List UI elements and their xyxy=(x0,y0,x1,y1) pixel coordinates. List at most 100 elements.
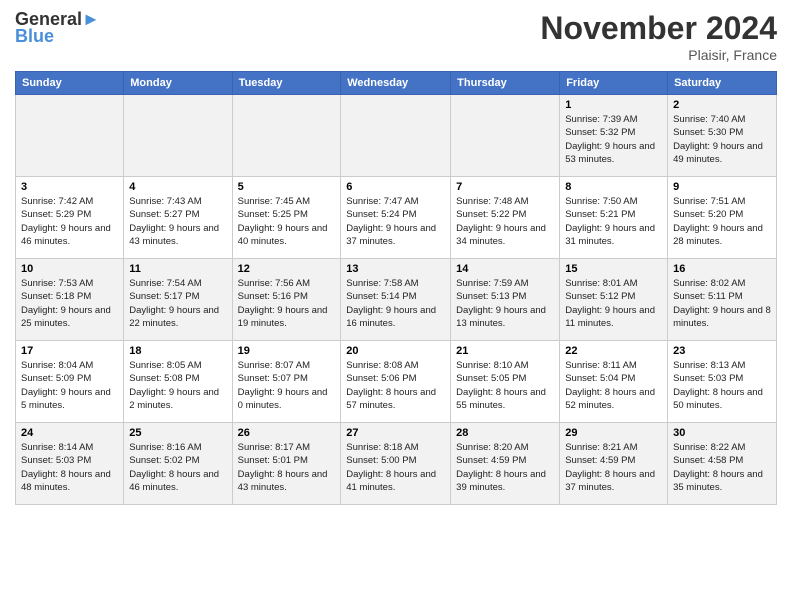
day-info: Sunrise: 7:39 AM Sunset: 5:32 PM Dayligh… xyxy=(565,113,662,166)
day-cell: 23 Sunrise: 8:13 AM Sunset: 5:03 PM Dayli… xyxy=(668,341,777,423)
day-info: Sunrise: 8:11 AM Sunset: 5:04 PM Dayligh… xyxy=(565,359,662,412)
day-info: Sunrise: 8:14 AM Sunset: 5:03 PM Dayligh… xyxy=(21,441,118,494)
day-cell: 25Sunrise: 8:16 AM Sunset: 5:02 PM Dayli… xyxy=(124,423,232,505)
day-cell: 11 Sunrise: 7:54 AM Sunset: 5:17 PM Dayli… xyxy=(124,259,232,341)
day-cell xyxy=(232,95,341,177)
day-cell: 19 Sunrise: 8:07 AM Sunset: 5:07 PM Dayli… xyxy=(232,341,341,423)
day-cell: 18 Sunrise: 8:05 AM Sunset: 5:08 PM Dayli… xyxy=(124,341,232,423)
day-number: 20 xyxy=(346,345,445,357)
weekday-header-tuesday: Tuesday xyxy=(232,72,341,95)
day-cell xyxy=(341,95,451,177)
day-info: Sunrise: 8:20 AM Sunset: 4:59 PM Dayligh… xyxy=(456,441,554,494)
day-number: 18 xyxy=(129,345,226,357)
day-info: Sunrise: 7:51 AM Sunset: 5:20 PM Dayligh… xyxy=(673,195,771,248)
day-number: 8 xyxy=(565,181,662,193)
day-cell: 21 Sunrise: 8:10 AM Sunset: 5:05 PM Dayli… xyxy=(451,341,560,423)
day-cell: 16Sunrise: 8:02 AM Sunset: 5:11 PM Dayli… xyxy=(668,259,777,341)
day-cell: 17 Sunrise: 8:04 AM Sunset: 5:09 PM Dayli… xyxy=(16,341,124,423)
day-info: Sunrise: 8:13 AM Sunset: 5:03 PM Dayligh… xyxy=(673,359,771,412)
day-number: 29 xyxy=(565,427,662,439)
day-number: 5 xyxy=(238,181,336,193)
day-info: Sunrise: 7:56 AM Sunset: 5:16 PM Dayligh… xyxy=(238,277,336,330)
day-number: 28 xyxy=(456,427,554,439)
day-cell: 7 Sunrise: 7:48 AM Sunset: 5:22 PM Daylig… xyxy=(451,177,560,259)
day-cell: 24 Sunrise: 8:14 AM Sunset: 5:03 PM Dayli… xyxy=(16,423,124,505)
weekday-header-thursday: Thursday xyxy=(451,72,560,95)
day-cell: 29 Sunrise: 8:21 AM Sunset: 4:59 PM Dayli… xyxy=(560,423,668,505)
day-info: Sunrise: 8:05 AM Sunset: 5:08 PM Dayligh… xyxy=(129,359,226,412)
day-number: 24 xyxy=(21,427,118,439)
location: Plaisir, France xyxy=(540,47,777,63)
day-info: Sunrise: 7:59 AM Sunset: 5:13 PM Dayligh… xyxy=(456,277,554,330)
day-number: 13 xyxy=(346,263,445,275)
day-cell: 12 Sunrise: 7:56 AM Sunset: 5:16 PM Dayli… xyxy=(232,259,341,341)
page-container: General► Blue November 2024 Plaisir, Fra… xyxy=(0,0,792,515)
day-cell: 5 Sunrise: 7:45 AM Sunset: 5:25 PM Daylig… xyxy=(232,177,341,259)
day-info: Sunrise: 7:48 AM Sunset: 5:22 PM Dayligh… xyxy=(456,195,554,248)
day-number: 23 xyxy=(673,345,771,357)
day-info: Sunrise: 8:04 AM Sunset: 5:09 PM Dayligh… xyxy=(21,359,118,412)
day-cell: 6Sunrise: 7:47 AM Sunset: 5:24 PM Daylig… xyxy=(341,177,451,259)
day-cell: 15Sunrise: 8:01 AM Sunset: 5:12 PM Dayli… xyxy=(560,259,668,341)
weekday-header-monday: Monday xyxy=(124,72,232,95)
day-number: 10 xyxy=(21,263,118,275)
week-row-0: 1 Sunrise: 7:39 AM Sunset: 5:32 PM Daylig… xyxy=(16,95,777,177)
week-row-4: 24 Sunrise: 8:14 AM Sunset: 5:03 PM Dayli… xyxy=(16,423,777,505)
weekday-header-saturday: Saturday xyxy=(668,72,777,95)
day-number: 4 xyxy=(129,181,226,193)
day-info: Sunrise: 8:01 AM Sunset: 5:12 PM Dayligh… xyxy=(565,277,662,330)
day-cell: 4 Sunrise: 7:43 AM Sunset: 5:27 PM Daylig… xyxy=(124,177,232,259)
day-number: 17 xyxy=(21,345,118,357)
header: General► Blue November 2024 Plaisir, Fra… xyxy=(15,10,777,63)
day-cell: 22 Sunrise: 8:11 AM Sunset: 5:04 PM Dayli… xyxy=(560,341,668,423)
day-number: 3 xyxy=(21,181,118,193)
day-number: 21 xyxy=(456,345,554,357)
day-info: Sunrise: 8:18 AM Sunset: 5:00 PM Dayligh… xyxy=(346,441,445,494)
day-number: 30 xyxy=(673,427,771,439)
day-info: Sunrise: 8:10 AM Sunset: 5:05 PM Dayligh… xyxy=(456,359,554,412)
day-cell: 14Sunrise: 7:59 AM Sunset: 5:13 PM Dayli… xyxy=(451,259,560,341)
day-info: Sunrise: 7:45 AM Sunset: 5:25 PM Dayligh… xyxy=(238,195,336,248)
week-row-2: 10 Sunrise: 7:53 AM Sunset: 5:18 PM Dayli… xyxy=(16,259,777,341)
day-info: Sunrise: 7:42 AM Sunset: 5:29 PM Dayligh… xyxy=(21,195,118,248)
day-cell: 9 Sunrise: 7:51 AM Sunset: 5:20 PM Daylig… xyxy=(668,177,777,259)
day-number: 6 xyxy=(346,181,445,193)
day-info: Sunrise: 8:16 AM Sunset: 5:02 PM Dayligh… xyxy=(129,441,226,494)
day-number: 22 xyxy=(565,345,662,357)
day-info: Sunrise: 7:58 AM Sunset: 5:14 PM Dayligh… xyxy=(346,277,445,330)
day-info: Sunrise: 8:21 AM Sunset: 4:59 PM Dayligh… xyxy=(565,441,662,494)
day-cell: 27Sunrise: 8:18 AM Sunset: 5:00 PM Dayli… xyxy=(341,423,451,505)
day-cell: 3 Sunrise: 7:42 AM Sunset: 5:29 PM Daylig… xyxy=(16,177,124,259)
day-number: 1 xyxy=(565,99,662,111)
day-info: Sunrise: 7:53 AM Sunset: 5:18 PM Dayligh… xyxy=(21,277,118,330)
day-cell: 8 Sunrise: 7:50 AM Sunset: 5:21 PM Daylig… xyxy=(560,177,668,259)
day-info: Sunrise: 7:50 AM Sunset: 5:21 PM Dayligh… xyxy=(565,195,662,248)
day-info: Sunrise: 8:22 AM Sunset: 4:58 PM Dayligh… xyxy=(673,441,771,494)
day-cell xyxy=(451,95,560,177)
week-row-1: 3 Sunrise: 7:42 AM Sunset: 5:29 PM Daylig… xyxy=(16,177,777,259)
day-number: 2 xyxy=(673,99,771,111)
day-info: Sunrise: 7:54 AM Sunset: 5:17 PM Dayligh… xyxy=(129,277,226,330)
day-cell: 28 Sunrise: 8:20 AM Sunset: 4:59 PM Dayli… xyxy=(451,423,560,505)
day-number: 7 xyxy=(456,181,554,193)
title-block: November 2024 Plaisir, France xyxy=(540,10,777,63)
day-number: 12 xyxy=(238,263,336,275)
day-cell: 10 Sunrise: 7:53 AM Sunset: 5:18 PM Dayli… xyxy=(16,259,124,341)
day-cell: 30 Sunrise: 8:22 AM Sunset: 4:58 PM Dayli… xyxy=(668,423,777,505)
day-number: 19 xyxy=(238,345,336,357)
day-info: Sunrise: 7:43 AM Sunset: 5:27 PM Dayligh… xyxy=(129,195,226,248)
day-cell: 1 Sunrise: 7:39 AM Sunset: 5:32 PM Daylig… xyxy=(560,95,668,177)
day-cell: 2 Sunrise: 7:40 AM Sunset: 5:30 PM Daylig… xyxy=(668,95,777,177)
logo: General► Blue xyxy=(15,10,100,47)
day-cell xyxy=(16,95,124,177)
day-number: 11 xyxy=(129,263,226,275)
day-info: Sunrise: 8:08 AM Sunset: 5:06 PM Dayligh… xyxy=(346,359,445,412)
day-info: Sunrise: 7:40 AM Sunset: 5:30 PM Dayligh… xyxy=(673,113,771,166)
week-row-3: 17 Sunrise: 8:04 AM Sunset: 5:09 PM Dayli… xyxy=(16,341,777,423)
day-info: Sunrise: 8:07 AM Sunset: 5:07 PM Dayligh… xyxy=(238,359,336,412)
weekday-header-wednesday: Wednesday xyxy=(341,72,451,95)
day-number: 26 xyxy=(238,427,336,439)
month-title: November 2024 xyxy=(540,10,777,47)
day-number: 9 xyxy=(673,181,771,193)
day-info: Sunrise: 8:17 AM Sunset: 5:01 PM Dayligh… xyxy=(238,441,336,494)
